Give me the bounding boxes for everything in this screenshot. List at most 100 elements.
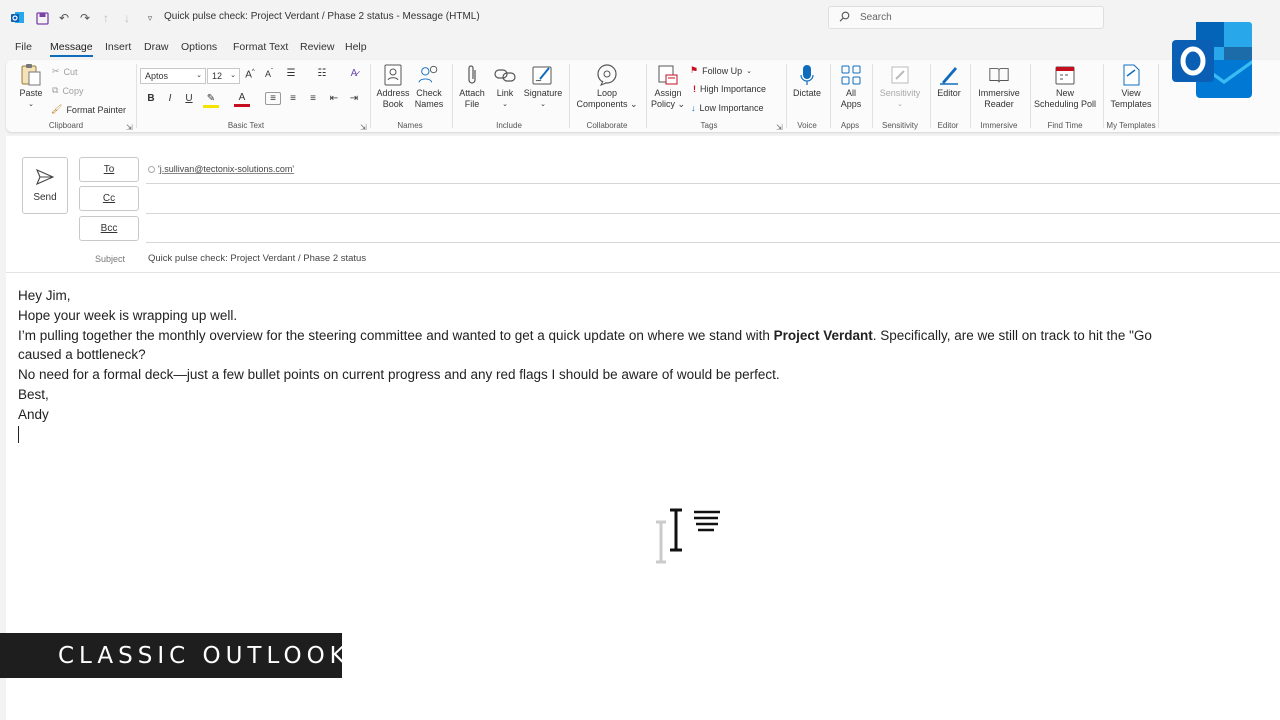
group-label-editor: Editor — [937, 121, 959, 130]
tab-format-text[interactable]: Format Text — [233, 41, 288, 53]
basic-text-launcher-icon[interactable]: ⇲ — [360, 123, 367, 132]
high-importance-label: High Importance — [700, 84, 767, 94]
view-templates-button[interactable]: View Templates — [1106, 64, 1156, 110]
redo-icon[interactable]: ↷ — [77, 10, 93, 26]
send-button[interactable]: Send — [22, 157, 68, 214]
grow-font-icon[interactable]: A^ — [242, 69, 258, 80]
dictate-button[interactable]: Dictate — [790, 64, 824, 99]
ribbon-divider — [872, 64, 873, 128]
text-caret — [18, 426, 19, 443]
follow-up-button[interactable]: ⚑ Follow Up ⌄ — [690, 65, 752, 76]
tab-insert[interactable]: Insert — [105, 41, 131, 53]
all-apps-button[interactable]: All Apps — [834, 64, 868, 110]
low-importance-button[interactable]: ↓ Low Importance — [691, 103, 764, 113]
cut-button[interactable]: ✂ Cut — [52, 66, 78, 77]
bcc-button[interactable]: Bcc — [79, 216, 139, 241]
search-input[interactable]: Search — [828, 6, 1104, 29]
tab-draw[interactable]: Draw — [144, 41, 169, 53]
undo-icon[interactable]: ↶ — [56, 10, 72, 26]
bcc-underline — [146, 242, 1280, 243]
to-field[interactable]: 'j.sullivan@tectonix-solutions.com' — [148, 164, 294, 174]
align-center-icon[interactable]: ≡ — [285, 93, 301, 104]
subject-field[interactable]: Quick pulse check: Project Verdant / Pha… — [148, 253, 366, 264]
bullets-icon[interactable]: ☰ — [283, 68, 299, 79]
ribbon-divider — [786, 64, 787, 128]
font-color-button[interactable]: A — [234, 92, 250, 107]
link-button[interactable]: Link ⌄ — [490, 64, 520, 110]
immersive-label-1: Immersive — [978, 88, 1020, 98]
group-label-tags: Tags — [700, 121, 718, 130]
loop-components-button[interactable]: Loop Components ⌄ — [574, 64, 640, 110]
editor-label: Editor — [937, 88, 961, 98]
address-book-button[interactable]: Address Book — [374, 64, 412, 110]
sensitivity-button[interactable]: Sensitivity ⌄ — [876, 64, 924, 110]
group-label-immersive: Immersive — [980, 121, 1018, 130]
shrink-font-icon[interactable]: Aˇ — [261, 69, 277, 79]
microphone-icon — [796, 64, 818, 86]
dictate-label: Dictate — [792, 88, 821, 98]
tags-launcher-icon[interactable]: ⇲ — [776, 123, 783, 132]
clear-formatting-icon[interactable]: A̷ — [346, 68, 362, 79]
check-names-icon — [418, 64, 440, 86]
format-painter-label: Format Painter — [66, 104, 126, 115]
immersive-reader-button[interactable]: Immersive Reader — [974, 64, 1024, 110]
copy-button[interactable]: ⧉ Copy — [52, 85, 83, 96]
assign-policy-button[interactable]: Assign Policy ⌄ — [650, 64, 686, 110]
body-line-3: caused a bottleneck? — [18, 347, 146, 363]
loop-icon — [596, 64, 618, 86]
previous-item-icon[interactable]: ↑ — [98, 10, 114, 26]
align-left-icon[interactable]: ≡ — [265, 92, 281, 105]
check-names-button[interactable]: Check Names — [412, 64, 446, 110]
font-size-select[interactable]: 12 ⌄ — [207, 68, 240, 84]
loop-label-1: Loop — [596, 88, 618, 98]
cc-button[interactable]: Cc — [79, 186, 139, 211]
numbering-icon[interactable]: ☷ — [314, 68, 330, 79]
attach-file-button[interactable]: Attach File — [456, 64, 488, 110]
customize-toolbar-icon[interactable]: ▿ — [142, 10, 158, 26]
tab-file[interactable]: File — [15, 41, 32, 53]
message-body[interactable]: Hey Jim, Hope your week is wrapping up w… — [18, 286, 1152, 425]
body-line-1: Hope your week is wrapping up well. — [18, 307, 238, 323]
tab-options[interactable]: Options — [181, 41, 217, 53]
ribbon-divider — [1158, 64, 1159, 128]
group-label-clipboard: Clipboard — [48, 121, 84, 130]
group-label-sensitivity: Sensitivity — [881, 121, 919, 130]
ribbon-divider — [930, 64, 931, 128]
signature-button[interactable]: Signature ⌄ — [522, 64, 564, 110]
bcc-label: Bcc — [100, 223, 118, 234]
apps-grid-icon — [840, 64, 862, 86]
high-importance-button[interactable]: ! High Importance — [693, 84, 766, 94]
italic-button[interactable]: I — [162, 93, 178, 104]
to-button[interactable]: To — [79, 157, 139, 182]
font-name-select[interactable]: Aptos ⌄ — [140, 68, 206, 84]
save-icon[interactable] — [34, 10, 50, 26]
flag-icon: ⚑ — [690, 65, 699, 75]
highlight-icon[interactable]: ✎ — [203, 93, 219, 108]
tab-message[interactable]: Message — [50, 41, 93, 57]
exclamation-icon: ! — [693, 84, 696, 94]
new-scheduling-poll-button[interactable]: New Scheduling Poll — [1032, 64, 1098, 110]
to-recipient[interactable]: 'j.sullivan@tectonix-solutions.com' — [158, 164, 294, 174]
increase-indent-icon[interactable]: ⇥ — [346, 93, 362, 104]
editor-button[interactable]: Editor — [934, 64, 964, 99]
send-label: Send — [33, 191, 57, 203]
next-item-icon[interactable]: ↓ — [119, 10, 135, 26]
bold-button[interactable]: B — [143, 93, 159, 104]
paste-button[interactable]: Paste ⌄ — [16, 64, 46, 110]
decrease-indent-icon[interactable]: ⇤ — [326, 93, 342, 104]
subject-divider — [6, 272, 1280, 273]
clipboard-launcher-icon[interactable]: ⇲ — [126, 123, 133, 132]
scheduling-poll-label-1: New — [1055, 88, 1074, 98]
chevron-down-icon: ⌄ — [196, 72, 202, 79]
body-line-2-start: I’m pulling together the monthly overvie… — [18, 327, 774, 343]
align-right-icon[interactable]: ≡ — [305, 93, 321, 104]
tab-help[interactable]: Help — [345, 41, 367, 53]
underline-button[interactable]: U — [181, 93, 197, 104]
address-book-label-1: Address — [376, 88, 410, 98]
body-greeting: Hey Jim, — [18, 288, 71, 303]
calendar-icon — [1054, 64, 1076, 86]
tab-review[interactable]: Review — [300, 41, 334, 53]
to-underline — [146, 183, 1280, 184]
attach-file-label-2: File — [464, 99, 480, 109]
format-painter-button[interactable]: 🖌 Format Painter — [51, 104, 126, 115]
